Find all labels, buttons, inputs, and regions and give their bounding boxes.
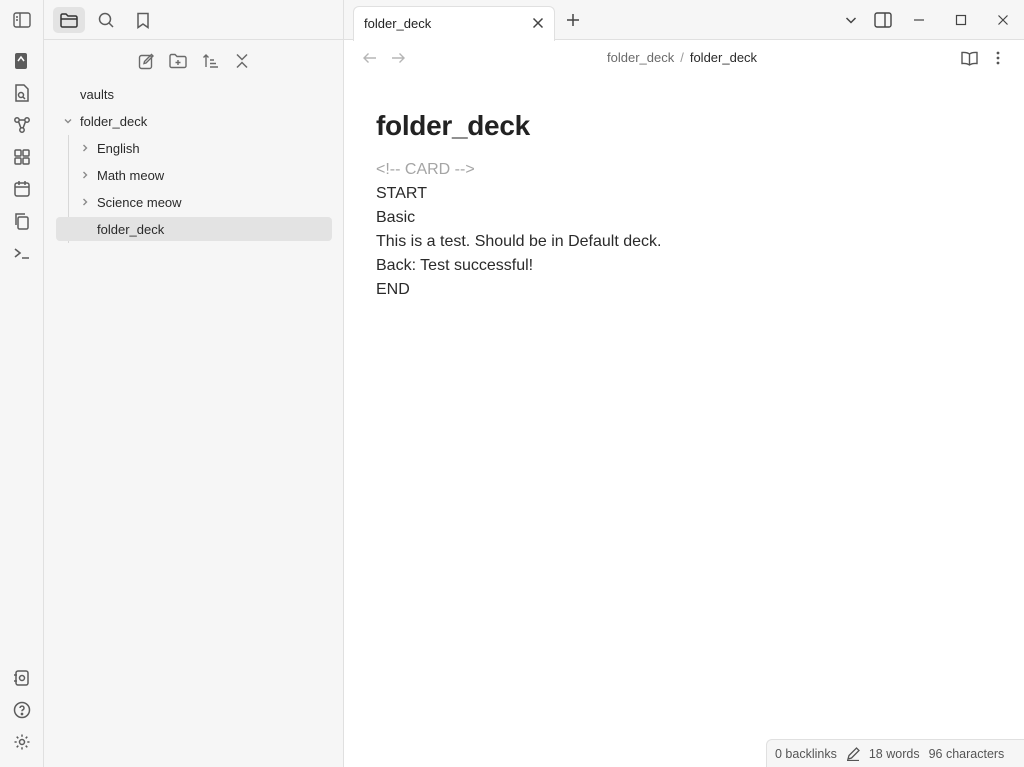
left-ribbon bbox=[0, 0, 44, 767]
chevron-right-icon bbox=[79, 196, 91, 208]
files-tab-button[interactable] bbox=[53, 7, 85, 33]
tree-item-label: folder_deck bbox=[80, 113, 148, 129]
right-sidebar-icon bbox=[874, 12, 892, 28]
file-explorer-sidebar: vaults folder_deck English Math meow Sci… bbox=[44, 0, 344, 767]
tab-title: folder_deck bbox=[364, 16, 432, 31]
maximize-button[interactable] bbox=[951, 10, 971, 30]
reading-view-icon[interactable] bbox=[960, 49, 978, 67]
tree-item-label: Math meow bbox=[97, 167, 165, 183]
folder-icon bbox=[60, 12, 78, 28]
toggle-right-sidebar-button[interactable] bbox=[873, 10, 893, 30]
tree-folder-english[interactable]: English bbox=[73, 136, 332, 160]
minimize-button[interactable] bbox=[909, 10, 929, 30]
vault-switcher-icon[interactable] bbox=[12, 668, 32, 688]
note-line-comment: <!-- CARD --> bbox=[376, 161, 475, 178]
character-count: 96 characters bbox=[928, 746, 1005, 761]
search-icon bbox=[98, 12, 114, 28]
chevron-down-icon bbox=[845, 17, 857, 24]
breadcrumb-current[interactable]: folder_deck bbox=[690, 50, 757, 65]
plus-icon bbox=[567, 14, 579, 26]
new-note-button[interactable] bbox=[133, 49, 159, 73]
graph-view-icon[interactable] bbox=[12, 115, 32, 135]
more-options-icon[interactable] bbox=[989, 49, 1007, 67]
sort-icon bbox=[202, 54, 218, 68]
breadcrumb: folder_deck / folder_deck bbox=[607, 50, 757, 65]
minimize-icon bbox=[914, 19, 924, 21]
collapse-all-button[interactable] bbox=[229, 49, 255, 73]
tab-folder-deck[interactable]: folder_deck bbox=[353, 6, 555, 41]
maximize-icon bbox=[955, 14, 967, 26]
sidebar-toggle-icon[interactable] bbox=[12, 10, 32, 30]
close-window-button[interactable] bbox=[993, 10, 1013, 30]
pencil-icon[interactable] bbox=[846, 746, 860, 761]
tab-bar: folder_deck bbox=[344, 0, 1024, 41]
breadcrumb-parent[interactable]: folder_deck bbox=[607, 50, 674, 65]
help-icon[interactable] bbox=[12, 700, 32, 720]
bookmarks-tab-button[interactable] bbox=[127, 7, 159, 33]
close-icon[interactable] bbox=[530, 15, 546, 31]
note-line: This is a test. Should be in Default dec… bbox=[376, 233, 662, 250]
flashcard-icon[interactable] bbox=[12, 51, 32, 71]
note-title[interactable]: folder_deck bbox=[376, 106, 976, 150]
chevrons-collapse-icon bbox=[236, 53, 248, 69]
sort-order-button[interactable] bbox=[197, 49, 223, 73]
note-line: START bbox=[376, 185, 427, 202]
edit-icon bbox=[138, 53, 154, 69]
word-count: 18 words bbox=[868, 746, 920, 761]
main-editor-area: folder_deck folder_deck / folder_deck fo… bbox=[344, 0, 1024, 767]
chevron-down-icon bbox=[62, 115, 74, 127]
tree-item-label: English bbox=[97, 140, 140, 156]
backlinks-count[interactable]: 0 backlinks bbox=[775, 747, 837, 761]
breadcrumb-separator: / bbox=[680, 50, 684, 65]
terminal-icon[interactable] bbox=[12, 243, 32, 263]
forward-arrow-icon[interactable] bbox=[390, 50, 406, 66]
note-content[interactable]: folder_deck <!-- CARD --> START Basic Th… bbox=[376, 106, 976, 302]
search-tab-button[interactable] bbox=[90, 7, 122, 33]
file-search-icon[interactable] bbox=[12, 83, 32, 103]
tree-item-label: folder_deck bbox=[97, 221, 165, 237]
tree-folder-folder-deck[interactable]: folder_deck bbox=[56, 109, 332, 133]
tree-item-label: Science meow bbox=[97, 194, 182, 210]
tree-item-label: vaults bbox=[80, 86, 114, 102]
tab-list-button[interactable] bbox=[841, 10, 861, 30]
folder-plus-icon bbox=[169, 53, 187, 69]
tree-folder-science-meow[interactable]: Science meow bbox=[73, 190, 332, 214]
tree-file-folder-deck[interactable]: folder_deck bbox=[56, 217, 332, 241]
bookmark-icon bbox=[137, 12, 149, 29]
calendar-icon[interactable] bbox=[12, 179, 32, 199]
tree-folder-math-meow[interactable]: Math meow bbox=[73, 163, 332, 187]
chevron-right-icon bbox=[79, 169, 91, 181]
tree-root-vaults[interactable]: vaults bbox=[80, 82, 330, 106]
note-line: Basic bbox=[376, 209, 416, 226]
chevron-right-icon bbox=[79, 142, 91, 154]
note-line: END bbox=[376, 281, 410, 298]
sidebar-header bbox=[44, 0, 344, 40]
new-folder-button[interactable] bbox=[165, 49, 191, 73]
note-line: Back: Test successful! bbox=[376, 257, 534, 274]
close-icon bbox=[998, 15, 1008, 25]
settings-gear-icon[interactable] bbox=[12, 732, 32, 752]
new-tab-button[interactable] bbox=[563, 10, 583, 30]
copy-icon[interactable] bbox=[12, 211, 32, 231]
canvas-icon[interactable] bbox=[12, 147, 32, 167]
view-header: folder_deck / folder_deck bbox=[344, 40, 1024, 76]
status-bar: 0 backlinks 18 words 96 characters bbox=[766, 739, 1024, 767]
back-arrow-icon[interactable] bbox=[362, 50, 378, 66]
